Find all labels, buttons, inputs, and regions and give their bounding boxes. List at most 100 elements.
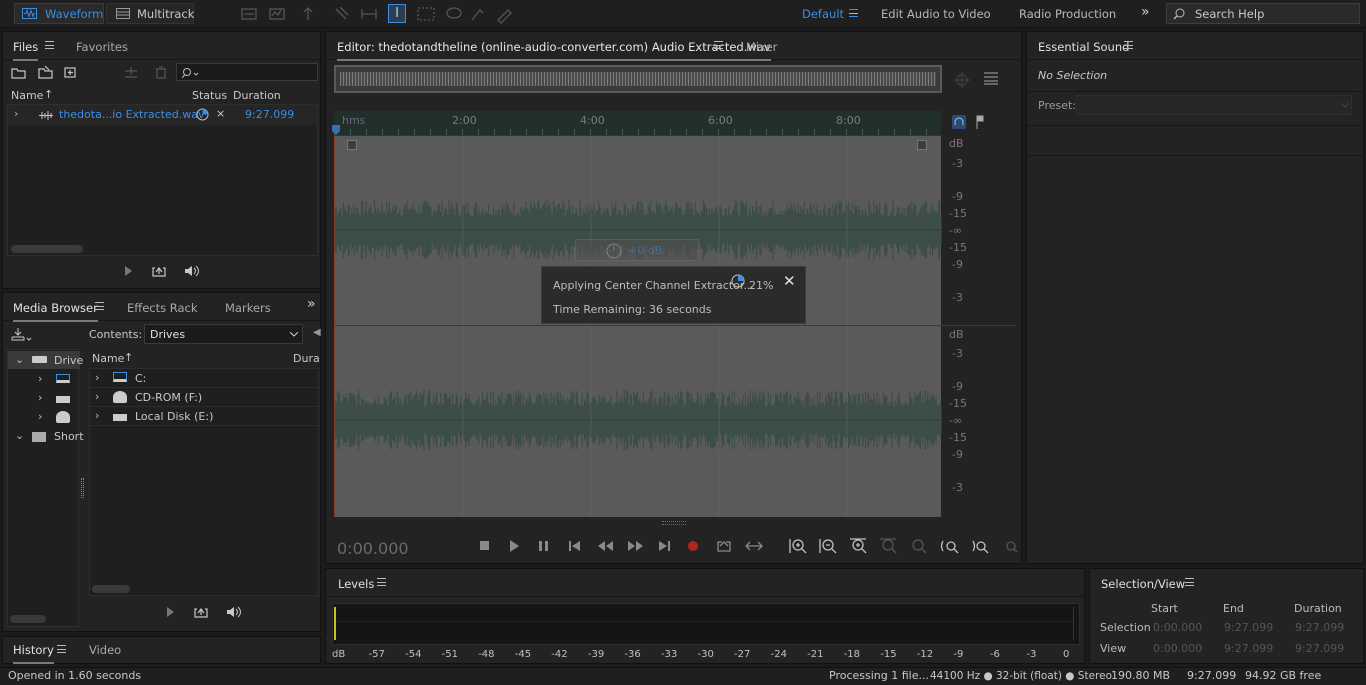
contents-dropdown[interactable]: Drives	[144, 324, 303, 344]
collapse-arrow-icon[interactable]: ◀	[313, 327, 321, 338]
workspace-menu-icon[interactable]	[849, 9, 858, 17]
files-scrollbar[interactable]	[11, 245, 83, 253]
horizontal-scroll-handle[interactable]	[662, 521, 686, 525]
channel-divider	[335, 325, 942, 326]
list-item[interactable]: › Local Disk (E:)	[90, 407, 318, 426]
files-col-duration[interactable]: Duration	[233, 89, 281, 102]
time-ruler[interactable]: hms 2:00 4:00 6:00 8:00	[331, 111, 941, 136]
playhead-icon[interactable]	[331, 124, 341, 136]
tree-scrollbar[interactable]	[10, 615, 46, 623]
levels-menu-icon[interactable]	[377, 578, 386, 586]
levels-panel: Levels dB -57 -54 -51 -48 -45 -42 -39 -36 -33 -30-…	[325, 568, 1085, 664]
tab-video[interactable]: Video	[89, 643, 121, 657]
tree-splitter[interactable]	[81, 478, 84, 498]
drive-name: C:	[135, 372, 147, 385]
db-label: -9	[952, 258, 963, 271]
level-scale-label: -24	[770, 649, 787, 660]
col-end: End	[1223, 602, 1244, 615]
gain-knob-icon[interactable]	[606, 243, 622, 259]
tab-effects-rack[interactable]: Effects Rack	[127, 301, 198, 315]
file-row[interactable]: › thedota...io Extracted.wav × 9:27.099	[8, 105, 317, 125]
panel-list-icon[interactable]	[984, 72, 998, 85]
hud-gain-value: +0 dB	[628, 244, 663, 257]
zoom-navigator-icon[interactable]	[954, 72, 970, 88]
fade-in-handle-icon[interactable]	[347, 140, 357, 150]
search-help-box[interactable]: Search Help	[1166, 3, 1360, 24]
selection-duration[interactable]: 9:27.099	[1295, 621, 1344, 634]
selection-end[interactable]: 9:27.099	[1224, 621, 1273, 634]
time-selection-tool[interactable]: I	[388, 4, 406, 23]
hud-gain-control[interactable]: +0 dB	[575, 239, 699, 261]
clip-indicator[interactable]	[1073, 607, 1079, 640]
levels-title[interactable]: Levels	[338, 577, 374, 591]
tab-favorites[interactable]: Favorites	[76, 40, 128, 54]
multitrack-button[interactable]: Multitrack	[106, 3, 194, 24]
waveform-display[interactable]: +0 dB	[334, 136, 942, 517]
workspace-radio-production[interactable]: Radio Production	[1019, 7, 1116, 21]
selection-start[interactable]: 0:00.000	[1153, 621, 1202, 634]
level-scale-label: -48	[478, 649, 495, 660]
more-tabs-icon[interactable]: »	[307, 296, 316, 312]
expand-chevron-icon[interactable]: ›	[14, 107, 18, 120]
expand-chevron-icon[interactable]: ›	[95, 371, 99, 384]
level-scale-label: -51	[441, 649, 458, 660]
workspace-default[interactable]: Default	[802, 7, 844, 21]
files-col-name[interactable]: Name	[11, 89, 43, 102]
files-col-status[interactable]: Status	[192, 89, 227, 102]
media-col-duration[interactable]: Dura	[293, 352, 320, 365]
expand-chevron-icon[interactable]: ›	[95, 390, 99, 403]
db-label: -3	[952, 347, 963, 360]
level-meter[interactable]	[332, 603, 1080, 645]
tab-media-browser[interactable]: Media Browser	[13, 301, 98, 322]
tab-mixer[interactable]: Mixer	[746, 40, 777, 54]
import-icon[interactable]	[11, 326, 35, 342]
ruler-label: 6:00	[708, 114, 733, 127]
tree-chevron-icon[interactable]: ›	[38, 391, 42, 404]
close-icon[interactable]: ✕	[783, 272, 796, 290]
editor-menu-icon[interactable]	[714, 41, 723, 49]
essential-sound-title[interactable]: Essential Sound	[1038, 40, 1129, 54]
tree-chevron-icon[interactable]: ⌄	[15, 429, 24, 442]
tab-files[interactable]: Files	[13, 40, 39, 61]
fade-out-handle-icon[interactable]	[917, 140, 927, 150]
preset-dropdown[interactable]	[1076, 95, 1352, 115]
level-scale-label: -45	[514, 649, 532, 660]
db-label: -3	[952, 157, 963, 170]
cancel-processing-icon[interactable]: ×	[216, 107, 225, 120]
tree-chevron-icon[interactable]: ›	[38, 410, 42, 423]
files-menu-icon[interactable]	[45, 41, 54, 49]
tab-history[interactable]: History	[13, 643, 54, 664]
files-transport-icons	[125, 265, 199, 277]
expand-chevron-icon[interactable]: ›	[95, 409, 99, 422]
media-browser-menu-icon[interactable]	[95, 302, 104, 310]
search-icon	[1173, 8, 1185, 20]
tree-chevron-icon[interactable]: ›	[38, 372, 42, 385]
status-format: 44100 Hz ● 32-bit (float) ● Stereo	[930, 670, 1113, 682]
selection-view-title[interactable]: Selection/View	[1101, 577, 1185, 591]
col-duration: Duration	[1294, 602, 1342, 615]
tree-chevron-icon[interactable]: ⌄	[15, 353, 24, 366]
waveform-button[interactable]: Waveform	[14, 3, 104, 24]
marker-icon[interactable]	[975, 115, 985, 129]
selection-view-menu-icon[interactable]	[1185, 578, 1194, 586]
selection-view-panel: Selection/View Start End Duration Select…	[1089, 568, 1364, 664]
media-col-name[interactable]: Name	[92, 352, 124, 365]
headphone-icon[interactable]	[952, 115, 966, 129]
list-item[interactable]: › CD-ROM (F:)	[90, 388, 318, 407]
current-time-display[interactable]: 0:00.000	[337, 539, 409, 558]
files-search-input[interactable]	[176, 63, 318, 81]
workspace-edit-audio-to-video[interactable]: Edit Audio to Video	[881, 7, 991, 21]
view-duration[interactable]: 9:27.099	[1295, 642, 1344, 655]
tab-markers[interactable]: Markers	[225, 301, 271, 315]
level-scale-label: -9	[953, 649, 964, 660]
tree-row-drives[interactable]: ⌄ Drive	[8, 351, 83, 369]
essential-sound-menu-icon[interactable]	[1124, 41, 1133, 49]
list-scrollbar[interactable]	[92, 585, 130, 593]
view-start[interactable]: 0:00.000	[1153, 642, 1202, 655]
tab-editor[interactable]: Editor: thedotandtheline (online-audio-c…	[337, 40, 771, 61]
more-workspaces-icon[interactable]: »	[1141, 4, 1150, 20]
history-menu-icon[interactable]	[57, 645, 66, 653]
list-item[interactable]: › C:	[90, 369, 318, 388]
view-end[interactable]: 9:27.099	[1224, 642, 1273, 655]
overview-bar[interactable]	[334, 65, 942, 93]
